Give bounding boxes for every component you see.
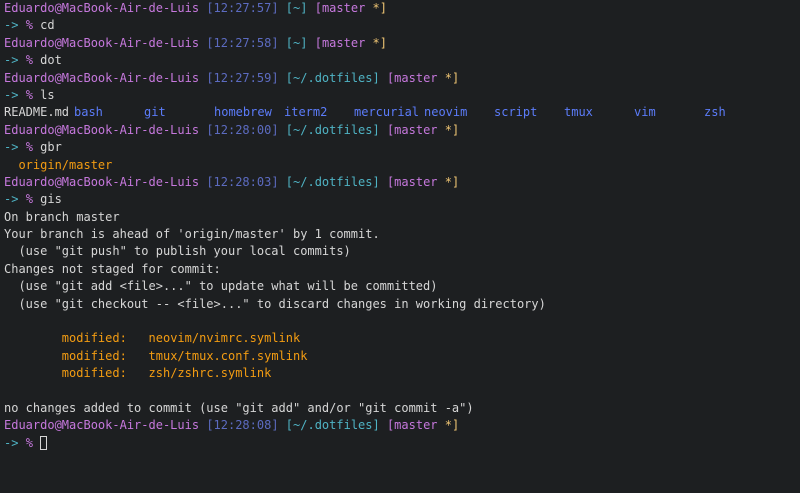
prompt-line: Eduardo@MacBook-Air-de-Luis [12:27:59] [… bbox=[4, 70, 800, 87]
git-status-line: On branch master bbox=[4, 209, 120, 224]
ls-dir: homebrew bbox=[214, 105, 272, 120]
ls-dir: bash bbox=[74, 105, 103, 120]
git-status-line: (use "git add <file>..." to update what … bbox=[4, 279, 438, 294]
prompt-dirty-star: *] bbox=[444, 122, 460, 137]
command-text: gis bbox=[40, 192, 62, 207]
prompt-time: [12:28:08] bbox=[206, 418, 279, 433]
user-host: Eduardo@MacBook-Air-de-Luis bbox=[4, 174, 200, 189]
prompt-time: [12:28:00] bbox=[206, 122, 279, 137]
git-status-line: Changes not staged for commit: bbox=[4, 261, 221, 276]
ls-dir: neovim bbox=[424, 105, 468, 120]
prompt-path: [~] bbox=[285, 1, 308, 15]
ls-dir: zsh bbox=[704, 105, 726, 120]
prompt-dirty-star: *] bbox=[444, 70, 460, 85]
command-text: ls bbox=[40, 87, 55, 102]
user-host: Eduardo@MacBook-Air-de-Luis bbox=[4, 1, 200, 15]
prompt-arrow: -> bbox=[4, 192, 19, 207]
ls-dir: vim bbox=[634, 105, 656, 120]
ls-dir: iterm2 bbox=[284, 105, 328, 120]
modified-label: modified: bbox=[61, 366, 127, 381]
prompt-line: Eduardo@MacBook-Air-de-Luis [12:27:58] [… bbox=[4, 35, 800, 52]
git-status-line: (use "git push" to publish your local co… bbox=[4, 244, 351, 259]
command-text: cd bbox=[40, 18, 55, 33]
prompt-dirty-star: *] bbox=[372, 1, 387, 15]
ls-dir: script bbox=[494, 105, 538, 120]
ls-file: README.md bbox=[4, 105, 70, 120]
prompt-path: [~/.dotfiles] bbox=[285, 70, 380, 85]
prompt-path: [~/.dotfiles] bbox=[285, 418, 380, 433]
prompt-arrow: -> bbox=[4, 87, 19, 102]
user-host: Eduardo@MacBook-Air-de-Luis bbox=[4, 35, 200, 50]
ls-dir: tmux bbox=[564, 105, 593, 120]
prompt-dirty-star: *] bbox=[372, 35, 387, 50]
modified-file: zsh/zshrc.symlink bbox=[148, 366, 272, 381]
prompt-arrow: -> bbox=[4, 53, 19, 68]
prompt-path: [~/.dotfiles] bbox=[285, 174, 380, 189]
modified-label: modified: bbox=[61, 348, 127, 363]
command-line: -> % gbr bbox=[4, 139, 800, 156]
prompt-branch: [master bbox=[386, 70, 438, 85]
git-status-footer: no changes added to commit (use "git add… bbox=[4, 400, 474, 415]
command-text: dot bbox=[40, 53, 62, 68]
gbr-output: origin/master bbox=[4, 157, 800, 174]
prompt-path: [~/.dotfiles] bbox=[285, 122, 380, 137]
git-status-line: Your branch is ahead of 'origin/master' … bbox=[4, 227, 380, 242]
prompt-time: [12:27:59] bbox=[206, 70, 279, 85]
prompt-dirty-star: *] bbox=[444, 418, 460, 433]
command-text: gbr bbox=[40, 140, 62, 155]
prompt-time: [12:27:58] bbox=[206, 35, 279, 50]
prompt-branch: [master bbox=[386, 174, 438, 189]
prompt-percent: % bbox=[25, 18, 33, 33]
text-cursor[interactable] bbox=[40, 435, 48, 450]
prompt-dirty-star: *] bbox=[444, 174, 460, 189]
prompt-branch: [master bbox=[386, 122, 438, 137]
prompt-percent: % bbox=[25, 192, 33, 207]
modified-file-line: modified: tmux/tmux.conf.symlink bbox=[4, 348, 800, 365]
prompt-time: [12:27:57] bbox=[206, 1, 279, 15]
terminal-window[interactable]: Eduardo@MacBook-Air-de-Luis [12:27:57] [… bbox=[0, 0, 800, 493]
prompt-line: Eduardo@MacBook-Air-de-Luis [12:28:08] [… bbox=[4, 417, 800, 434]
command-line: -> % ls bbox=[4, 87, 800, 104]
user-host: Eduardo@MacBook-Air-de-Luis bbox=[4, 122, 200, 137]
ls-dir: git bbox=[144, 105, 166, 120]
prompt-path: [~] bbox=[285, 35, 308, 50]
modified-file-line: modified: zsh/zshrc.symlink bbox=[4, 365, 800, 382]
git-status-line: (use "git checkout -- <file>..." to disc… bbox=[4, 296, 546, 311]
modified-file: neovim/nvimrc.symlink bbox=[148, 331, 301, 346]
modified-file-line: modified: neovim/nvimrc.symlink bbox=[4, 330, 800, 347]
prompt-arrow: -> bbox=[4, 435, 19, 450]
prompt-line: Eduardo@MacBook-Air-de-Luis [12:28:03] [… bbox=[4, 174, 800, 191]
modified-label: modified: bbox=[61, 331, 127, 346]
prompt-branch: [master bbox=[314, 1, 366, 15]
ls-output: README.md bash git homebrew iterm2 mercurial n… bbox=[4, 104, 800, 121]
prompt-branch: [master bbox=[314, 35, 366, 50]
prompt-line: Eduardo@MacBook-Air-de-Luis [12:27:57] [… bbox=[4, 0, 800, 17]
command-line: -> % cd bbox=[4, 17, 800, 34]
ls-dir: mercurial bbox=[354, 105, 420, 120]
modified-file: tmux/tmux.conf.symlink bbox=[148, 348, 308, 363]
prompt-time: [12:28:03] bbox=[206, 174, 279, 189]
user-host: Eduardo@MacBook-Air-de-Luis bbox=[4, 418, 200, 433]
command-line: -> % gis bbox=[4, 191, 800, 208]
prompt-line: Eduardo@MacBook-Air-de-Luis [12:28:00] [… bbox=[4, 122, 800, 139]
remote-branch: origin/master bbox=[18, 157, 113, 172]
prompt-arrow: -> bbox=[4, 140, 19, 155]
prompt-percent: % bbox=[25, 53, 33, 68]
prompt-percent: % bbox=[25, 435, 33, 450]
command-line-active[interactable]: -> % bbox=[4, 435, 800, 452]
prompt-branch: [master bbox=[386, 418, 438, 433]
user-host: Eduardo@MacBook-Air-de-Luis bbox=[4, 70, 200, 85]
prompt-percent: % bbox=[25, 87, 33, 102]
prompt-arrow: -> bbox=[4, 18, 19, 33]
command-line: -> % dot bbox=[4, 52, 800, 69]
prompt-percent: % bbox=[25, 140, 33, 155]
